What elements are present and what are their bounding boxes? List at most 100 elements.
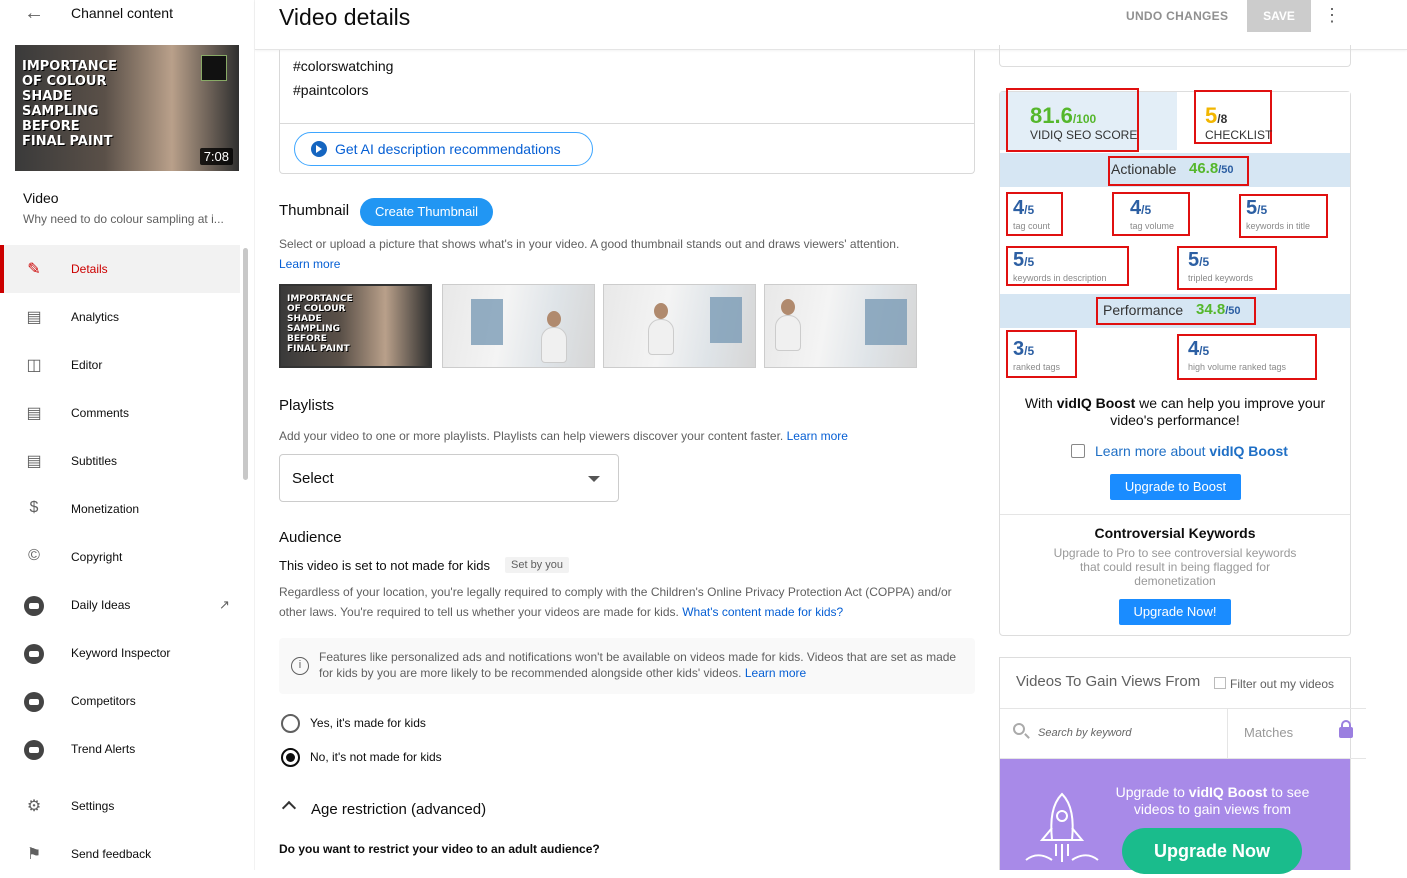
controversial-keywords-title: Controversial Keywords <box>1094 525 1256 541</box>
thumbnail-option-4[interactable] <box>764 284 917 368</box>
boost-promo-pre: Upgrade to <box>1115 784 1189 800</box>
playlist-select[interactable]: Select <box>279 454 619 502</box>
audience-info-body: Features like personalized ads and notif… <box>319 650 957 680</box>
learn-more-boost-link[interactable]: Learn more about vidIQ Boost <box>1095 443 1288 459</box>
dollar-icon: $ <box>29 499 39 516</box>
ranked-tags-score: 3/5 <box>1013 338 1034 361</box>
save-button[interactable]: SAVE <box>1247 0 1311 32</box>
actionable-score-max: /50 <box>1218 164 1234 176</box>
boost-promo-text: Upgrade to vidIQ Boost to see videos to … <box>1110 784 1315 818</box>
channel-content-link[interactable]: Channel content <box>71 5 173 21</box>
high-volume-ranked-tags-max: /5 <box>1199 344 1210 358</box>
thumbnail-title-text: IMPORTANCE OF COLOUR SHADE SAMPLING BEFO… <box>22 59 117 149</box>
sidebar-item-label: Copyright <box>71 550 123 564</box>
made-for-kids-yes-label[interactable]: Yes, it's made for kids <box>310 716 426 730</box>
sidebar-item-monetization[interactable]: $ Monetization <box>0 485 240 533</box>
sidebar-item-competitors[interactable]: Competitors <box>0 677 240 725</box>
tag-count-value: 4 <box>1013 197 1025 219</box>
undo-changes-button[interactable]: UNDO CHANGES <box>1126 9 1228 23</box>
sidebar-item-analytics[interactable]: ▤ Analytics <box>0 293 240 341</box>
video-thumbnail[interactable]: IMPORTANCE OF COLOUR SHADE SAMPLING BEFO… <box>15 45 239 171</box>
age-restriction-toggle[interactable]: Age restriction (advanced) <box>311 801 486 818</box>
divider <box>1227 709 1228 758</box>
tag-volume-value: 4 <box>1130 197 1142 219</box>
tag-count-max: /5 <box>1024 203 1035 217</box>
thumbnail-option-2[interactable] <box>442 284 595 368</box>
sidebar-item-daily-ideas[interactable]: Daily Ideas ↗ <box>0 581 240 629</box>
sidebar-item-send-feedback[interactable]: ⚑ Send feedback <box>0 830 240 878</box>
divider <box>1000 514 1350 515</box>
thumbnail-option-3[interactable] <box>603 284 756 368</box>
upgrade-now-button[interactable]: Upgrade Now! <box>1119 599 1231 625</box>
vidiq-icon <box>24 692 44 712</box>
video-title: Why need to do colour sampling at i... <box>23 212 224 226</box>
chevron-up-icon[interactable] <box>281 800 297 816</box>
thumbnail-learn-more-link[interactable]: Learn more <box>279 257 340 271</box>
sidebar-item-details[interactable]: ✎ Details <box>0 245 240 293</box>
thumbnail-person-head <box>654 303 668 319</box>
filter-own-videos-label[interactable]: Filter out my videos <box>1230 677 1334 691</box>
keywords-in-title-score: 5/5 <box>1246 197 1267 220</box>
boost-pitch-pre: With <box>1024 395 1057 411</box>
made-for-kids-no-radio[interactable] <box>281 748 300 767</box>
made-for-kids-link[interactable]: What's content made for kids? <box>682 605 843 619</box>
playlist-select-value: Select <box>292 470 334 487</box>
thumbnail-option-1[interactable]: IMPORTANCE OF COLOUR SHADE SAMPLING BEFO… <box>279 284 432 368</box>
description-field[interactable]: #colorswatching #paintcolors Get AI desc… <box>279 50 975 174</box>
audience-info-learn-more-link[interactable]: Learn more <box>745 666 806 680</box>
upgrade-to-boost-button[interactable]: Upgrade to Boost <box>1110 474 1241 500</box>
sidebar-item-comments[interactable]: ▤ Comments <box>0 389 240 437</box>
divider <box>280 123 974 124</box>
back-arrow-icon[interactable]: ← <box>24 2 44 25</box>
tag-count-label: tag count <box>1013 221 1051 231</box>
external-link-icon: ↗ <box>219 597 230 612</box>
sidebar-item-label: Details <box>71 262 108 276</box>
thumbnail-person-head <box>781 299 795 315</box>
playlists-description: Add your video to one or more playlists.… <box>279 426 848 446</box>
keywords-in-description-max: /5 <box>1024 255 1035 269</box>
subtitles-icon: ▤ <box>26 453 42 470</box>
upgrade-now-promo-button[interactable]: Upgrade Now <box>1122 828 1302 874</box>
audience-status: This video is set to not made for kids <box>279 558 490 573</box>
sidebar-scrollbar[interactable] <box>243 248 248 480</box>
ranked-tags-value: 3 <box>1013 338 1025 360</box>
playlists-desc-text: Add your video to one or more playlists.… <box>279 429 784 443</box>
sidebar-item-copyright[interactable]: © Copyright <box>0 533 240 581</box>
more-options-icon[interactable]: ⋮ <box>1323 5 1341 26</box>
thumbnail-description: Select or upload a picture that shows wh… <box>279 234 899 274</box>
made-for-kids-yes-radio[interactable] <box>281 714 300 733</box>
tag-volume-label: tag volume <box>1130 221 1175 231</box>
sidebar-item-trend-alerts[interactable]: Trend Alerts <box>0 725 240 773</box>
high-volume-ranked-tags-label: high volume ranked tags <box>1188 362 1287 372</box>
vidiq-top-card <box>999 45 1351 67</box>
description-line: #colorswatching <box>293 58 394 74</box>
create-thumbnail-button[interactable]: Create Thumbnail <box>360 198 493 226</box>
ai-description-button[interactable]: Get AI description recommendations <box>294 132 593 166</box>
sidebar-item-editor[interactable]: ◫ Editor <box>0 341 240 389</box>
high-volume-ranked-tags-score: 4/5 <box>1188 338 1209 361</box>
performance-label: Performance <box>1103 302 1184 318</box>
checklist-label: CHECKLIST <box>1205 128 1273 142</box>
audience-description: Regardless of your location, you're lega… <box>279 582 969 622</box>
tag-volume-score: 4/5 <box>1130 197 1151 220</box>
sidebar-item-keyword-inspector[interactable]: Keyword Inspector <box>0 629 240 677</box>
sidebar-item-label: Keyword Inspector <box>71 646 171 660</box>
back-row[interactable]: ← Channel content <box>0 0 255 28</box>
filter-own-videos-checkbox[interactable] <box>1214 677 1226 689</box>
keyword-search-input[interactable]: Search by keyword <box>1038 727 1132 739</box>
sidebar-item-settings[interactable]: ⚙ Settings <box>0 782 240 830</box>
thumbnail-person <box>541 327 567 363</box>
sidebar-item-subtitles[interactable]: ▤ Subtitles <box>0 437 240 485</box>
seo-score-value: 81.6 <box>1030 103 1073 128</box>
description-line: #paintcolors <box>293 82 369 98</box>
tripled-keywords-label: tripled keywords <box>1188 273 1254 283</box>
made-for-kids-no-label[interactable]: No, it's not made for kids <box>310 750 442 764</box>
sidebar-item-label: Send feedback <box>71 847 152 861</box>
actionable-score: 46.8/50 <box>1189 160 1234 177</box>
comments-icon: ▤ <box>26 405 42 422</box>
checklist-score-value: 5 <box>1205 103 1218 128</box>
sidebar-item-label: Monetization <box>71 502 140 516</box>
playlists-learn-more-link[interactable]: Learn more <box>787 429 848 443</box>
thumbnail-desc-text: Select or upload a picture that shows wh… <box>279 237 900 251</box>
performance-score: 34.8/50 <box>1196 301 1241 318</box>
